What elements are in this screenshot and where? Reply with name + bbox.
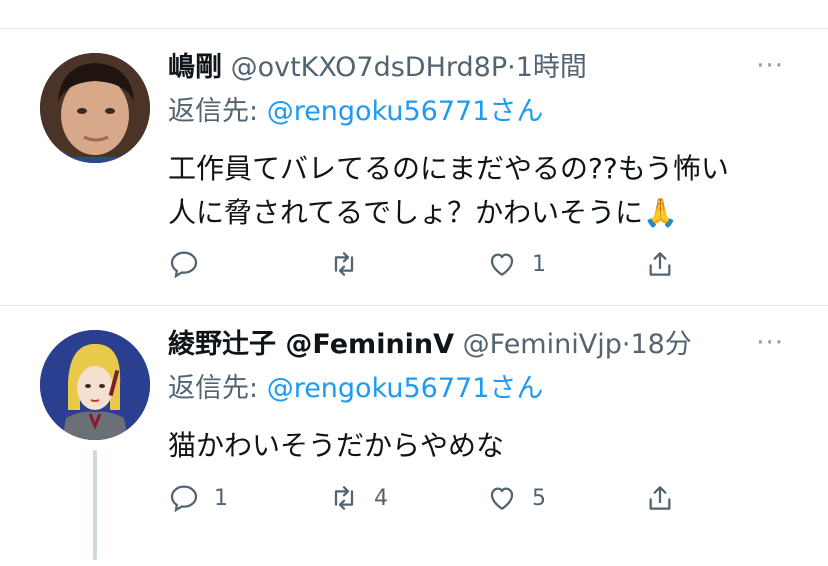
more-options-icon[interactable]: ··· bbox=[756, 328, 784, 358]
retweet-button[interactable] bbox=[328, 247, 374, 281]
tweet-text-line: 人に脅されてるでしょ？かわいそうに🙏 bbox=[168, 196, 679, 229]
reply-prefix: 返信先: bbox=[168, 96, 267, 127]
tweet-header: 綾野辻子 @FemininV @FeminiVjp·18分 bbox=[168, 328, 692, 362]
tweet-text-line: 工作員てバレてるのにまだやるの??もう怖い bbox=[168, 152, 729, 185]
heart-icon bbox=[490, 487, 514, 510]
display-name[interactable]: 嶋剛 bbox=[168, 52, 222, 83]
like-count: 5 bbox=[532, 485, 546, 511]
timestamp[interactable]: 1時間 bbox=[516, 52, 587, 83]
tweet-text: 工作員てバレてるのにまだやるの??もう怖い 人に脅されてるでしょ？かわいそうに🙏 bbox=[168, 147, 788, 235]
like-count: 1 bbox=[532, 251, 546, 277]
avatar-photo-icon bbox=[40, 53, 150, 163]
action-bar: 1 4 5 bbox=[168, 481, 708, 515]
reply-prefix: 返信先: bbox=[168, 373, 267, 404]
like-button[interactable]: 5 bbox=[486, 481, 546, 515]
retweet-button[interactable]: 4 bbox=[328, 481, 388, 515]
timestamp[interactable]: 18分 bbox=[630, 329, 691, 360]
reply-button[interactable] bbox=[168, 247, 214, 281]
share-upload-icon bbox=[649, 486, 671, 510]
more-options-icon[interactable]: ··· bbox=[756, 51, 784, 81]
heart-icon bbox=[490, 253, 514, 276]
handle[interactable]: @ovtKXO7dsDHrd8P bbox=[231, 52, 508, 83]
share-button[interactable] bbox=[644, 481, 676, 515]
tweet-1[interactable]: 嶋剛 @ovtKXO7dsDHrd8P·1時間 ··· 返信先: @rengok… bbox=[0, 29, 828, 305]
speech-bubble-icon bbox=[170, 251, 198, 279]
retweet-arrows-icon bbox=[334, 252, 354, 276]
tweet-header: 嶋剛 @ovtKXO7dsDHrd8P·1時間 bbox=[168, 51, 587, 85]
reply-context: 返信先: @rengoku56771さん bbox=[168, 95, 543, 129]
reply-context: 返信先: @rengoku56771さん bbox=[168, 372, 543, 406]
separator-dot: · bbox=[507, 52, 516, 83]
reply-count: 1 bbox=[214, 485, 228, 511]
share-button[interactable] bbox=[644, 247, 676, 281]
retweet-arrows-icon bbox=[334, 486, 354, 510]
reply-button[interactable]: 1 bbox=[168, 481, 228, 515]
share-upload-icon bbox=[649, 252, 671, 276]
tweet-text: 猫かわいそうだからやめな bbox=[168, 424, 788, 468]
retweet-count: 4 bbox=[374, 485, 388, 511]
reply-mention-link[interactable]: @rengoku56771さん bbox=[267, 373, 544, 404]
handle[interactable]: @FeminiVjp bbox=[463, 329, 622, 360]
action-bar: 1 bbox=[168, 247, 708, 281]
avatar[interactable] bbox=[40, 53, 150, 163]
thread-connector-line bbox=[93, 450, 97, 560]
tweet-text-line: 猫かわいそうだからやめな bbox=[168, 429, 505, 462]
display-name[interactable]: 綾野辻子 @FemininV bbox=[168, 329, 454, 360]
avatar[interactable] bbox=[40, 330, 150, 440]
speech-bubble-icon bbox=[170, 485, 198, 513]
tweet-2[interactable]: 綾野辻子 @FemininV @FeminiVjp·18分 ··· 返信先: @… bbox=[0, 306, 828, 566]
like-button[interactable]: 1 bbox=[486, 247, 546, 281]
avatar-illustration-icon bbox=[40, 330, 150, 440]
reply-mention-link[interactable]: @rengoku56771さん bbox=[267, 96, 544, 127]
